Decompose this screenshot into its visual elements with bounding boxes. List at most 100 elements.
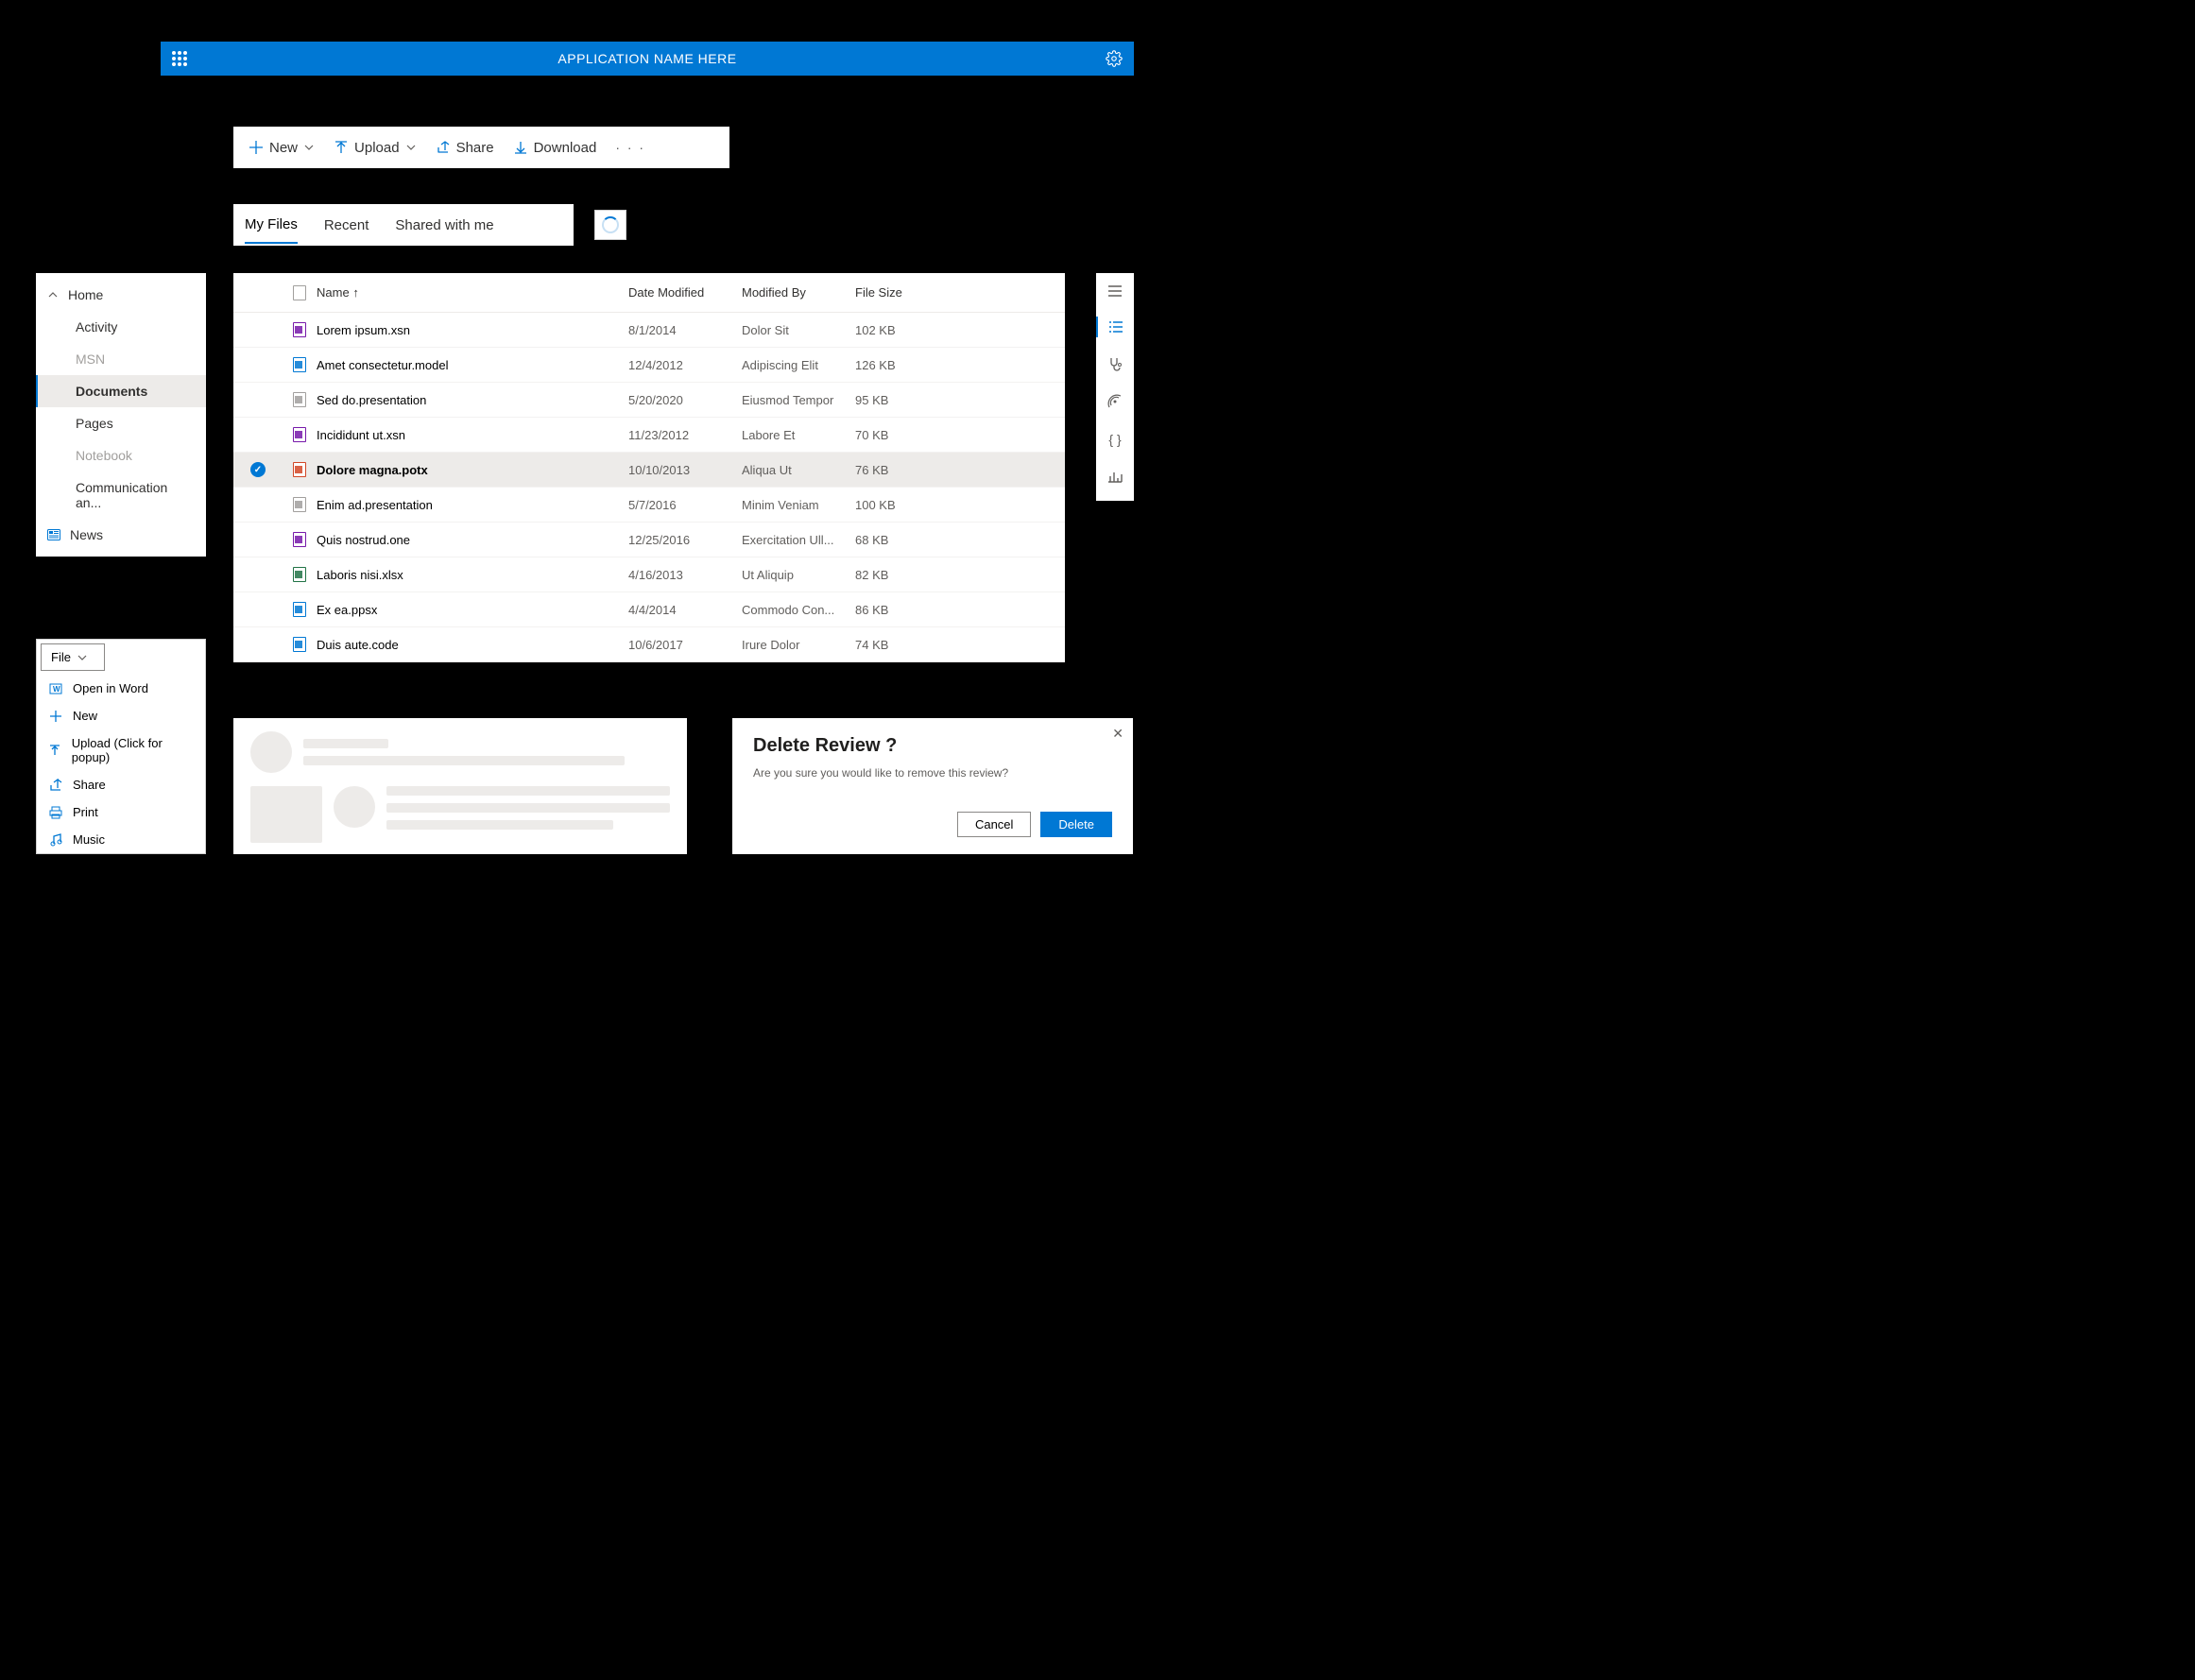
music-icon [48,833,63,847]
file-size: 86 KB [855,603,950,617]
close-icon[interactable]: ✕ [1112,726,1123,742]
file-date: 10/6/2017 [628,638,742,652]
table-row[interactable]: Amet consectetur.model12/4/2012Adipiscin… [233,348,1065,383]
table-header: Name ↑ Date Modified Modified By File Si… [233,273,1065,313]
command-bar: New Upload Share Download · · · [233,127,729,168]
rail-list[interactable] [1096,317,1134,337]
upload-button[interactable]: Upload [326,134,424,162]
column-date[interactable]: Date Modified [628,285,742,300]
cancel-button[interactable]: Cancel [957,812,1031,837]
file-name: Enim ad.presentation [317,498,628,512]
file-size: 68 KB [855,533,950,547]
file-date: 11/23/2012 [628,428,742,442]
file-by: Dolor Sit [742,323,855,337]
settings-icon[interactable] [1106,50,1123,67]
file-date: 10/10/2013 [628,463,742,477]
waffle-icon[interactable] [172,51,187,66]
delete-dialog: ✕ Delete Review ? Are you sure you would… [732,718,1133,854]
file-size: 70 KB [855,428,950,442]
table-row[interactable]: Lorem ipsum.xsn8/1/2014Dolor Sit102 KB [233,313,1065,348]
rail-chart[interactable] [1096,466,1134,487]
check-icon: ✓ [250,462,266,477]
file-name: Incididunt ut.xsn [317,428,628,442]
share-icon [436,140,451,155]
download-label: Download [534,140,597,156]
nav-item-pages[interactable]: Pages [36,407,206,439]
nav-item-activity[interactable]: Activity [36,311,206,343]
file-size: 126 KB [855,358,950,372]
nav-news-label: News [70,527,103,542]
table-row[interactable]: Laboris nisi.xlsx4/16/2013Ut Aliquip82 K… [233,557,1065,592]
table-row[interactable]: Sed do.presentation5/20/2020Eiusmod Temp… [233,383,1065,418]
menu-item-upload[interactable]: Upload (Click for popup) [37,729,205,771]
file-name: Dolore magna.potx [317,463,628,477]
nav-item-communication-an-[interactable]: Communication an... [36,471,206,519]
table-row[interactable]: ✓Dolore magna.potx10/10/2013Aliqua Ut76 … [233,453,1065,488]
file-name: Laboris nisi.xlsx [317,568,628,582]
table-row[interactable]: Quis nostrud.one12/25/2016Exercitation U… [233,523,1065,557]
file-date: 5/20/2020 [628,393,742,407]
nav-news[interactable]: News [36,519,206,551]
more-button[interactable]: · · · [608,140,653,155]
tab-recent[interactable]: Recent [324,208,369,243]
rail-hamburger[interactable] [1096,281,1134,301]
menu-item-print[interactable]: Print [37,798,205,826]
file-date: 12/25/2016 [628,533,742,547]
app-title: APPLICATION NAME HERE [557,51,736,66]
rail-braces[interactable]: { } [1096,428,1134,451]
file-name: Duis aute.code [317,638,628,652]
file-size: 95 KB [855,393,950,407]
table-row[interactable]: Duis aute.code10/6/2017Irure Dolor74 KB [233,627,1065,662]
table-row[interactable]: Incididunt ut.xsn11/23/2012Labore Et70 K… [233,418,1065,453]
menu-item-music[interactable]: Music [37,826,205,853]
menu-item-share[interactable]: Share [37,771,205,798]
nav-home[interactable]: Home [36,279,206,311]
file-name: Quis nostrud.one [317,533,628,547]
upload-icon [334,140,349,155]
download-button[interactable]: Download [506,134,605,162]
chevron-down-icon [77,652,88,663]
file-by: Commodo Con... [742,603,855,617]
file-icon [293,637,306,652]
tab-strip: My Files Recent Shared with me [233,204,574,246]
column-icon[interactable] [283,285,317,300]
share-button[interactable]: Share [428,134,502,162]
file-size: 100 KB [855,498,950,512]
print-icon [48,806,63,819]
file-icon [293,357,306,372]
file-by: Labore Et [742,428,855,442]
table-row[interactable]: Enim ad.presentation5/7/2016Minim Veniam… [233,488,1065,523]
share-label: Share [456,140,494,156]
new-label: New [269,140,298,156]
right-rail: { } [1096,273,1134,501]
file-size: 102 KB [855,323,950,337]
file-by: Eiusmod Tempor [742,393,855,407]
column-size[interactable]: File Size [855,285,950,300]
file-date: 8/1/2014 [628,323,742,337]
file-by: Minim Veniam [742,498,855,512]
new-button[interactable]: New [241,134,322,162]
nav-item-documents[interactable]: Documents [36,375,206,407]
nav-home-label: Home [68,287,103,302]
delete-button[interactable]: Delete [1040,812,1112,837]
file-date: 4/16/2013 [628,568,742,582]
file-name: Ex ea.ppsx [317,603,628,617]
file-icon [293,322,306,337]
column-by[interactable]: Modified By [742,285,855,300]
news-icon [47,529,60,540]
rail-stethoscope[interactable] [1096,352,1134,375]
tab-shared-with-me[interactable]: Shared with me [395,208,493,243]
word-icon: W [48,682,63,695]
column-name[interactable]: Name ↑ [317,285,628,300]
file-menu-button[interactable]: File [41,643,105,671]
tab-my-files[interactable]: My Files [245,207,298,244]
share-icon [48,779,63,792]
menu-item-word[interactable]: WOpen in Word [37,675,205,702]
menu-item-plus[interactable]: New [37,702,205,729]
file-table: Name ↑ Date Modified Modified By File Si… [233,273,1065,662]
file-name: Amet consectetur.model [317,358,628,372]
chevron-down-icon [405,142,417,153]
table-row[interactable]: Ex ea.ppsx4/4/2014Commodo Con...86 KB [233,592,1065,627]
rail-broadcast[interactable] [1096,390,1134,413]
file-icon [293,392,306,407]
